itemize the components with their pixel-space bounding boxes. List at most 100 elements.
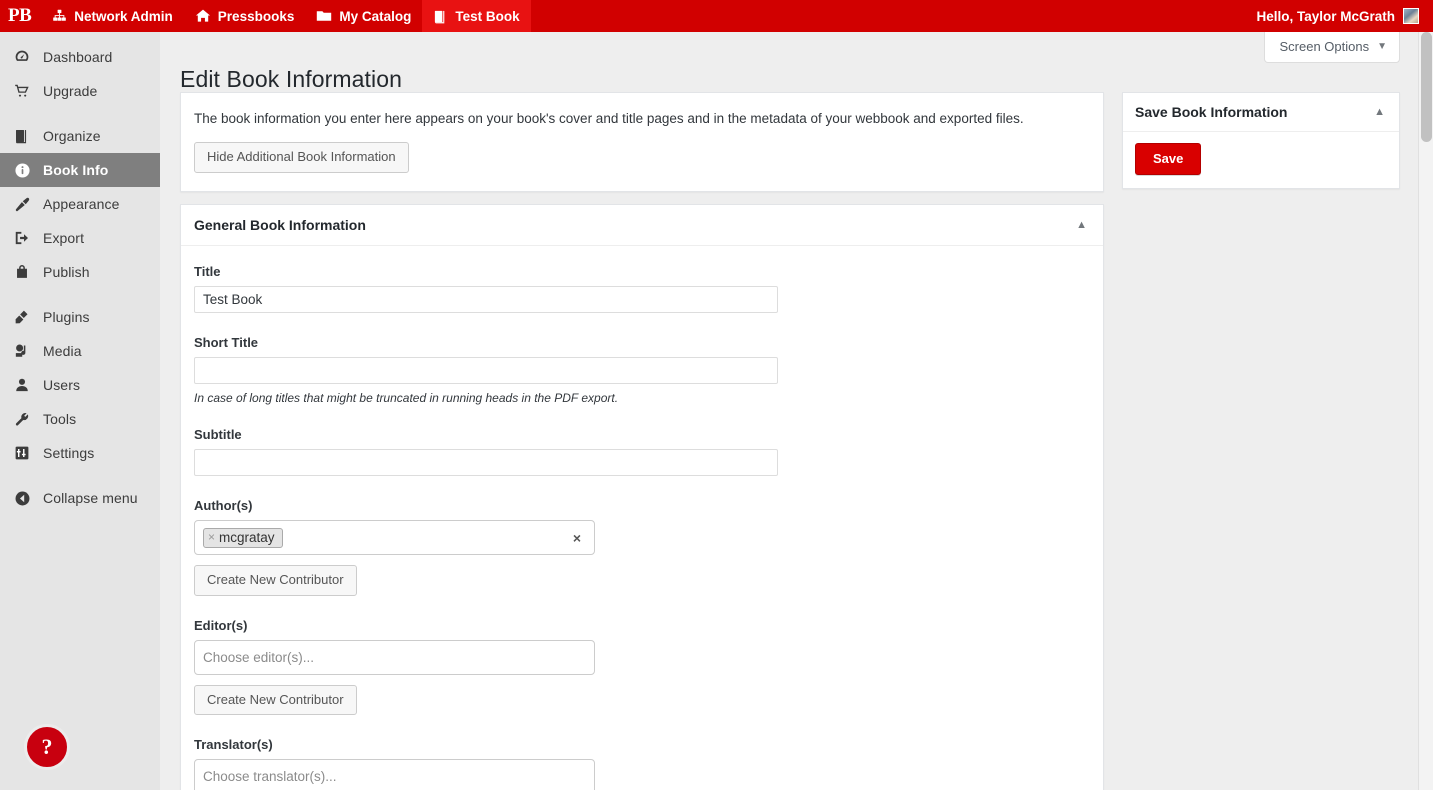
general-panel-body: Title Short Title In case of long titles…	[181, 246, 1103, 790]
sidebar-item-upgrade[interactable]: Upgrade	[0, 74, 160, 108]
sidebar-item-collapse-menu[interactable]: Collapse menu	[0, 481, 160, 515]
sidebar-item-label: Media	[43, 343, 82, 359]
sidebar-separator	[0, 470, 160, 481]
book-icon	[12, 128, 32, 144]
sidebar-item-export[interactable]: Export	[0, 221, 160, 255]
adminbar-item-pressbooks[interactable]: Pressbooks	[184, 0, 306, 32]
adminbar-item-test-book[interactable]: Test Book	[422, 0, 531, 32]
sidebar-item-label: Organize	[43, 128, 101, 144]
collapse-toggle-icon[interactable]: ▲	[1076, 219, 1087, 231]
sidebar-separator	[0, 108, 160, 119]
sidebar-item-label: Collapse menu	[43, 490, 138, 506]
screen-options-tab[interactable]: Screen Options ▼	[1264, 32, 1400, 63]
create-new-contributor-editor-button[interactable]: Create New Contributor	[194, 684, 357, 716]
sidebar-item-tools[interactable]: Tools	[0, 402, 160, 436]
brush-icon	[12, 196, 32, 213]
network-icon	[52, 9, 67, 24]
folder-icon	[316, 9, 332, 23]
collapse-toggle-icon[interactable]: ▲	[1374, 106, 1385, 118]
adminbar-label: Pressbooks	[217, 8, 295, 24]
sidebar-item-plugins[interactable]: Plugins	[0, 300, 160, 334]
pressbooks-logo[interactable]: PB	[0, 0, 41, 32]
save-panel-title: Save Book Information	[1135, 104, 1288, 120]
sidebar-item-label: Users	[43, 377, 81, 393]
sidebar-item-label: Export	[43, 230, 85, 246]
page-scrollbar[interactable]	[1418, 32, 1433, 790]
help-button[interactable]: ?	[24, 724, 70, 770]
user-icon	[12, 377, 32, 393]
editors-select[interactable]: Choose editor(s)...	[194, 639, 595, 675]
sliders-icon	[12, 445, 32, 461]
book-info-description: The book information you enter here appe…	[194, 111, 1024, 126]
sidebar-item-settings[interactable]: Settings	[0, 436, 160, 470]
sidebar-item-organize[interactable]: Organize	[0, 119, 160, 153]
sidebar-item-label: Appearance	[43, 196, 120, 212]
dashboard-icon	[12, 49, 32, 65]
book-icon	[433, 9, 448, 24]
sidebar-item-publish[interactable]: Publish	[0, 255, 160, 289]
sidebar-item-label: Settings	[43, 445, 95, 461]
sidebar-item-label: Dashboard	[43, 49, 113, 65]
editors-label: Editor(s)	[194, 617, 248, 633]
short-title-input[interactable]	[194, 357, 778, 384]
sidebar-item-dashboard[interactable]: Dashboard	[0, 40, 160, 74]
info-icon	[12, 162, 32, 179]
hide-additional-book-information-button[interactable]: Hide Additional Book Information	[194, 142, 409, 173]
sidebar-item-book-info[interactable]: Book Info	[0, 153, 160, 187]
adminbar-label: Network Admin	[74, 8, 173, 24]
translators-label: Translator(s)	[194, 737, 273, 753]
short-title-label: Short Title	[194, 335, 259, 350]
sidebar-item-label: Upgrade	[43, 83, 98, 99]
sidebar-item-label: Publish	[43, 264, 90, 280]
create-new-contributor-author-button[interactable]: Create New Contributor	[194, 565, 357, 596]
title-label: Title	[194, 264, 221, 279]
cart-icon	[12, 83, 32, 99]
sidebar-item-label: Tools	[43, 411, 77, 427]
sidebar-item-users[interactable]: Users	[0, 368, 160, 402]
general-panel-header: General Book Information ▲	[181, 205, 1103, 246]
title-input[interactable]	[194, 286, 778, 313]
adminbar-account[interactable]: Hello, Taylor McGrath	[1245, 0, 1433, 32]
short-title-note: In case of long titles that might be tru…	[194, 391, 619, 405]
sidebar-item-label: Book Info	[43, 162, 109, 178]
subtitle-label: Subtitle	[194, 427, 242, 442]
authors-select[interactable]: × mcgratay ×	[194, 520, 595, 555]
export-icon	[12, 230, 32, 246]
translators-select[interactable]: Choose translator(s)...	[194, 759, 595, 790]
save-panel-body: Save	[1123, 132, 1399, 188]
avatar	[1403, 8, 1419, 24]
subtitle-input[interactable]	[194, 449, 778, 476]
adminbar-item-my-catalog[interactable]: My Catalog	[305, 0, 422, 32]
clear-authors-icon[interactable]: ×	[573, 530, 581, 546]
author-tag[interactable]: × mcgratay	[203, 527, 283, 548]
sidebar-item-media[interactable]: Media	[0, 334, 160, 368]
scrollbar-thumb[interactable]	[1421, 32, 1432, 142]
book-info-description-panel: The book information you enter here appe…	[180, 92, 1104, 192]
main-content: Screen Options ▼ Edit Book Information T…	[160, 32, 1418, 790]
adminbar-label: Test Book	[455, 8, 520, 24]
home-icon	[195, 8, 211, 24]
sidebar-separator	[0, 289, 160, 300]
general-panel-title: General Book Information	[194, 217, 366, 233]
general-book-information-panel: General Book Information ▲ Title Short T…	[180, 204, 1104, 790]
screen-options-label: Screen Options	[1279, 39, 1370, 54]
editors-placeholder: Choose editor(s)...	[203, 649, 315, 665]
side-column: Save Book Information ▲ Save	[1122, 92, 1400, 189]
adminbar-label: My Catalog	[339, 8, 412, 24]
save-panel-header: Save Book Information ▲	[1123, 93, 1399, 132]
plug-icon	[12, 309, 32, 325]
wrench-icon	[12, 411, 32, 427]
save-button[interactable]: Save	[1135, 143, 1202, 175]
sidebar-item-appearance[interactable]: Appearance	[0, 187, 160, 221]
admin-bar: PB Network Admin Pressbooks My Catalog T…	[0, 0, 1433, 32]
adminbar-item-network-admin[interactable]: Network Admin	[41, 0, 184, 32]
remove-tag-icon[interactable]: ×	[208, 530, 215, 544]
save-book-information-panel: Save Book Information ▲ Save	[1122, 92, 1400, 189]
collapse-icon	[12, 490, 32, 507]
bag-icon	[12, 264, 32, 280]
media-icon	[12, 343, 32, 359]
author-tag-label: mcgratay	[219, 529, 275, 545]
admin-sidebar: Dashboard Upgrade Organize Book Info App…	[0, 32, 160, 790]
greeting-text: Hello, Taylor McGrath	[1256, 8, 1395, 24]
page-title: Edit Book Information	[180, 66, 402, 93]
